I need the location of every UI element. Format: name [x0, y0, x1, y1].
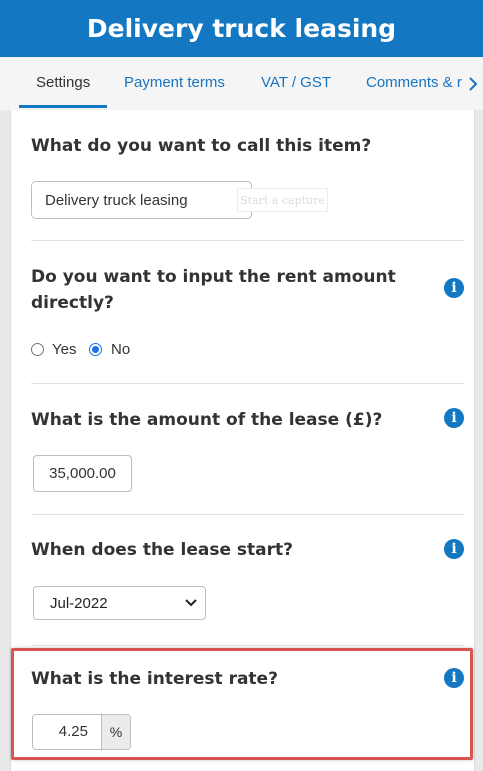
- tab-vat-gst[interactable]: VAT / GST: [261, 57, 331, 110]
- section-rent-direct: Do you want to input the rent amount dir…: [31, 241, 464, 384]
- info-icon[interactable]: i: [444, 408, 464, 428]
- radio-no[interactable]: [89, 343, 102, 356]
- interest-rate-input[interactable]: 4.25: [33, 715, 102, 749]
- radio-no-label: No: [111, 341, 131, 358]
- tab-settings[interactable]: Settings: [36, 57, 90, 110]
- tab-bar: Settings Payment terms VAT / GST Comment…: [0, 57, 483, 110]
- section-lease-start: When does the lease start? i Jul-2022: [31, 515, 464, 646]
- question-lease-start: When does the lease start?: [31, 540, 293, 560]
- tab-scroll-right-icon[interactable]: [463, 57, 483, 110]
- section-interest-rate: What is the interest rate? i 4.25 %: [31, 646, 464, 771]
- section-lease-amount: What is the amount of the lease (£)? i 3…: [31, 384, 464, 515]
- question-rent-direct-line2: directly?: [31, 293, 114, 313]
- interest-rate-field: 4.25 %: [32, 714, 131, 750]
- info-icon[interactable]: i: [444, 668, 464, 688]
- percent-addon: %: [102, 715, 130, 749]
- info-icon[interactable]: i: [444, 278, 464, 298]
- chevron-down-icon: [185, 599, 197, 607]
- question-lease-amount: What is the amount of the lease (£)?: [31, 410, 383, 430]
- question-item-name: What do you want to call this item?: [31, 136, 372, 156]
- settings-panel: What do you want to call this item? Deli…: [10, 110, 475, 771]
- lease-start-select[interactable]: Jul-2022: [33, 586, 206, 620]
- info-icon[interactable]: i: [444, 539, 464, 559]
- start-capture-button[interactable]: Start a capture: [237, 188, 328, 212]
- page-title: Delivery truck leasing: [86, 14, 397, 43]
- question-interest-rate: What is the interest rate?: [31, 669, 278, 689]
- tab-comments[interactable]: Comments & r: [366, 57, 462, 110]
- question-rent-direct-line1: Do you want to input the rent amount: [31, 267, 396, 287]
- section-item-name: What do you want to call this item? Deli…: [31, 110, 464, 241]
- active-tab-indicator: [19, 105, 107, 108]
- radio-yes[interactable]: [31, 343, 44, 356]
- tab-payment-terms[interactable]: Payment terms: [124, 57, 225, 110]
- item-name-input[interactable]: Delivery truck leasing: [31, 181, 252, 219]
- radio-yes-label: Yes: [52, 341, 77, 358]
- page-header: Delivery truck leasing: [0, 0, 483, 57]
- lease-amount-input[interactable]: 35,000.00: [33, 455, 132, 492]
- lease-start-selected: Jul-2022: [50, 594, 108, 612]
